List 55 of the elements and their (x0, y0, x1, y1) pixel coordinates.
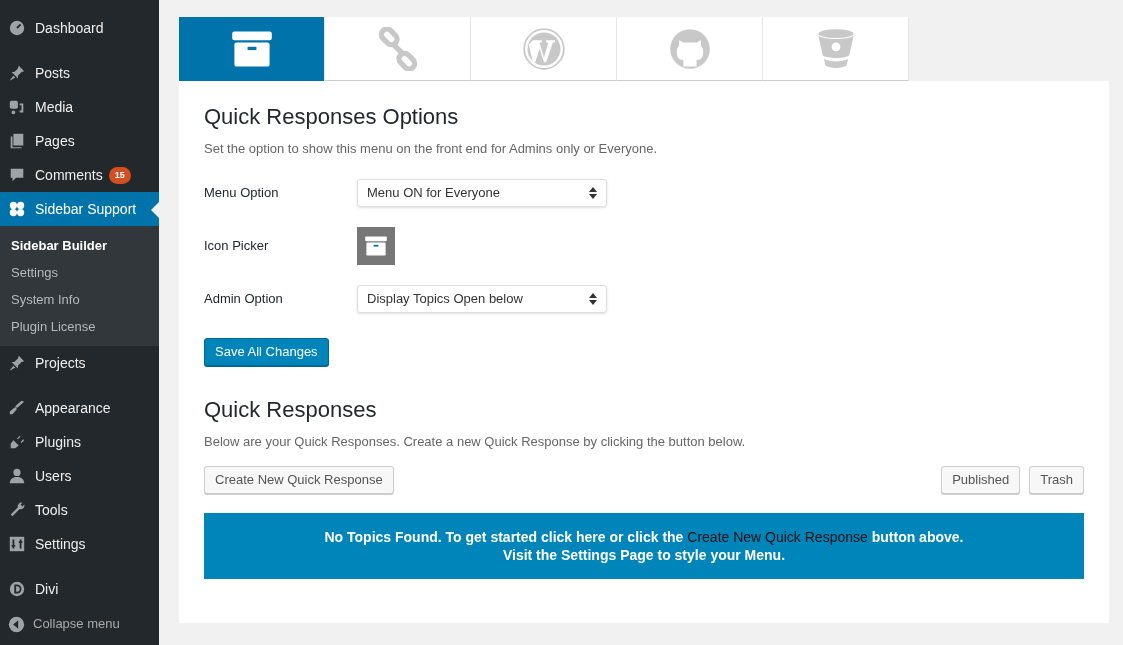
pushpin-icon (8, 354, 26, 372)
sidebar-item[interactable]: Media (0, 90, 159, 124)
up-down-arrows-icon (589, 186, 597, 199)
collapse-menu-link[interactable]: Collapse menu (0, 607, 159, 641)
sidebar-item[interactable]: Projects (0, 346, 159, 380)
sliders-icon (8, 535, 26, 553)
create-button[interactable]: Create New Quick Response (204, 466, 394, 494)
current-pointer (151, 202, 159, 218)
sidebar-item[interactable]: Comments 15 (0, 158, 159, 192)
field-label: Menu Option (204, 183, 280, 202)
notice-text: No Topics Found. To get started click here or click the Create New Quick Response button above. (324, 528, 964, 546)
submenu-item[interactable]: Sidebar Builder (0, 232, 159, 259)
sidebar-item[interactable]: Divi (0, 572, 159, 606)
letter-d-icon (8, 580, 26, 598)
sidebar-item[interactable]: Users (0, 459, 159, 493)
field-label: Icon Picker (204, 236, 270, 255)
sidebar-item[interactable]: Settings (0, 527, 159, 561)
up-down-arrows-icon (589, 292, 597, 305)
dropdown-field[interactable]: Display Topics Open below (357, 284, 607, 313)
wrench-icon (8, 501, 26, 519)
section-description: Set the option to show this menu on the front end for Admins only or Everyone. (204, 140, 659, 158)
field-label: Admin Option (204, 289, 284, 308)
github-logo-icon (667, 26, 712, 71)
sidebar-item[interactable]: Tools (0, 493, 159, 527)
filter-button[interactable]: Published (941, 466, 1021, 494)
sidebar-item[interactable]: Appearance (0, 391, 159, 425)
user-icon (8, 467, 26, 485)
notice-link[interactable]: Create New Quick Response (687, 529, 868, 545)
sidebar-item[interactable]: Posts (0, 56, 159, 90)
sidebar-item[interactable]: Sidebar Support (0, 192, 159, 226)
pushpin-icon (8, 64, 26, 82)
submenu-item[interactable]: Plugin License (0, 313, 159, 340)
section-description: Below are your Quick Responses. Create a new Quick Response by clicking the button below. (204, 432, 747, 451)
tab[interactable] (179, 17, 325, 81)
pages-icon (8, 132, 26, 150)
archive-box-icon (364, 233, 388, 258)
submenu-item[interactable]: System Info (0, 286, 159, 313)
filter-button[interactable]: Trash (1029, 466, 1084, 494)
sidebar-item[interactable]: Plugins (0, 425, 159, 459)
save-button[interactable]: Save All Changes (204, 337, 329, 366)
media-icon (8, 98, 26, 116)
plug-icon (8, 433, 26, 451)
wordpress-logo-icon (521, 26, 566, 71)
clover-icon (8, 200, 26, 218)
paintbrush-icon (8, 399, 26, 417)
sidebar-item[interactable]: Pages (0, 124, 159, 158)
section-heading: Quick Responses (204, 395, 378, 424)
icon-picker-button[interactable] (357, 226, 395, 265)
submenu-item[interactable]: Settings (0, 259, 159, 286)
gauge-icon (8, 19, 26, 37)
sidebar-item[interactable]: Dashboard (0, 11, 159, 45)
notice-text: Visit the Settings Page to style your Menu. (502, 546, 786, 564)
section-heading: Quick Responses Options (204, 103, 460, 131)
dropdown-field[interactable]: Menu ON for Everyone (357, 178, 607, 207)
count-badge: 15 (108, 166, 131, 184)
